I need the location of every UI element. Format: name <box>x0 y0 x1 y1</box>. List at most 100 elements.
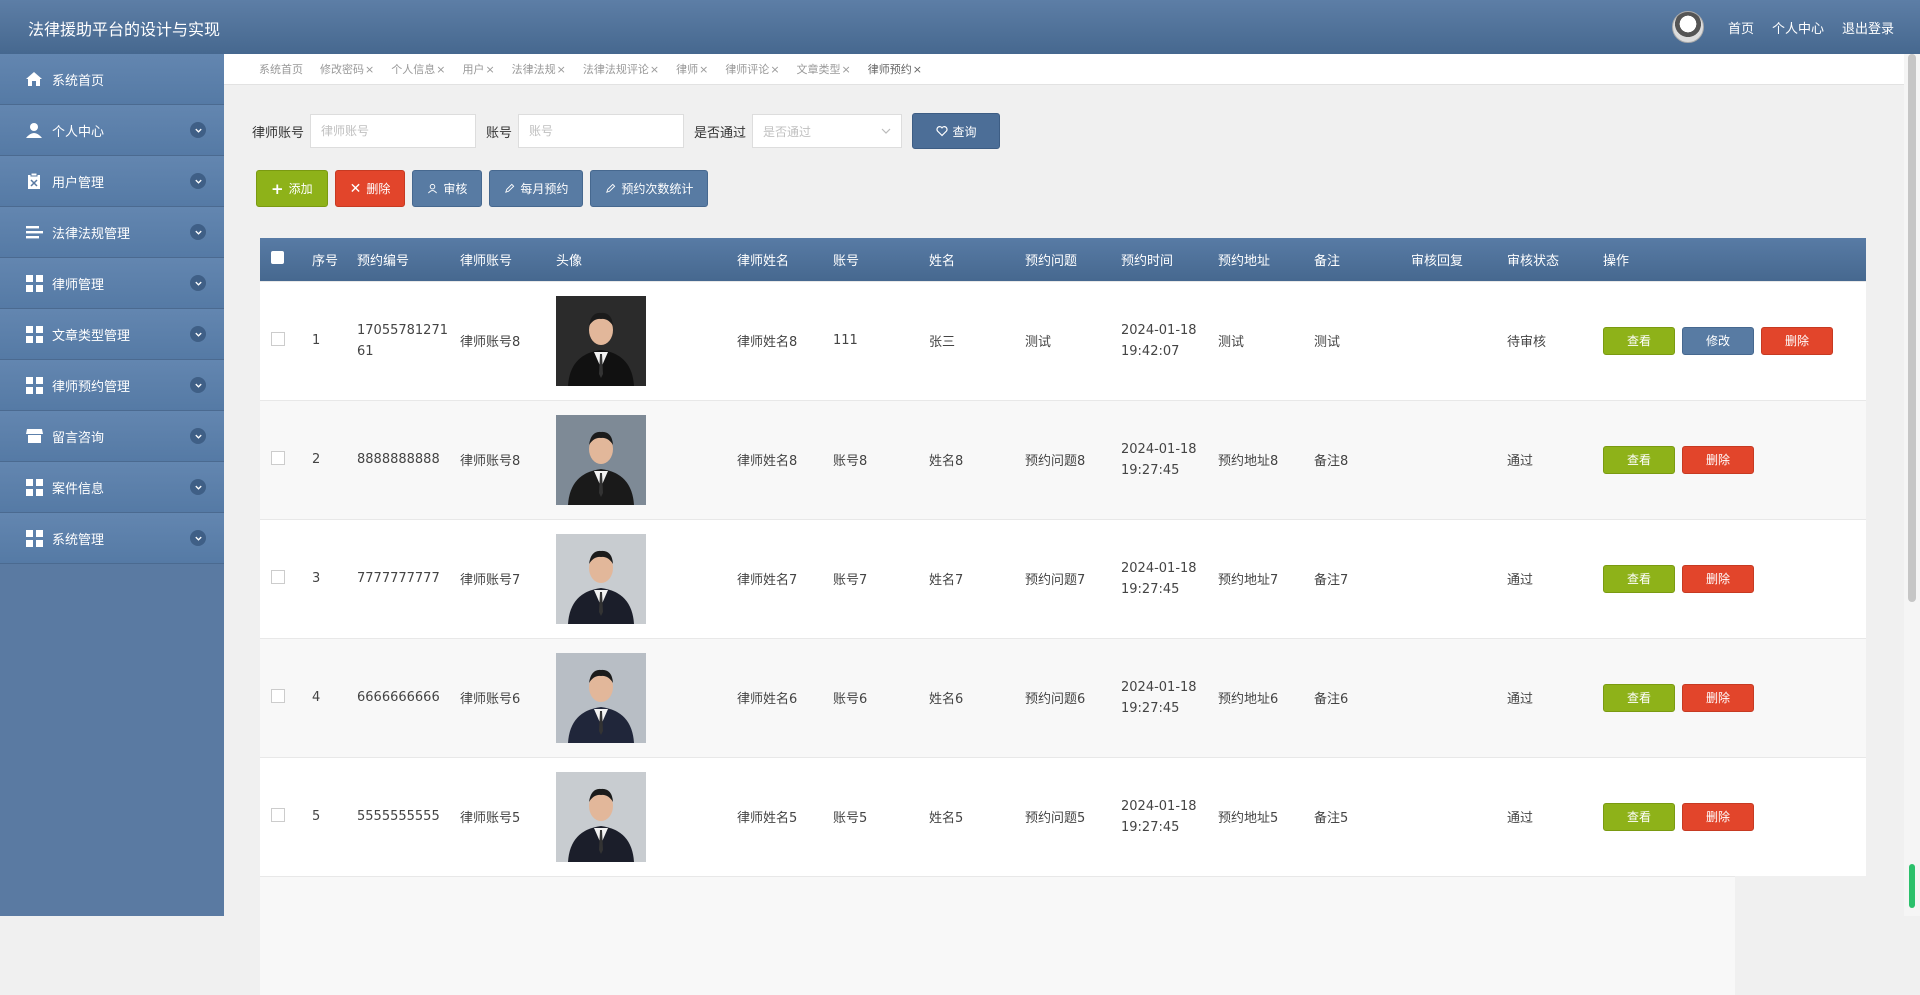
sidebar-item[interactable]: 系统首页 <box>0 54 224 105</box>
view-button[interactable]: 查看 <box>1603 564 1675 593</box>
actions-cell: 查看 修改 删除 <box>1603 280 1866 400</box>
row-select-cell <box>260 756 312 876</box>
tab-close-icon[interactable]: × <box>650 63 659 76</box>
sidebar-item[interactable]: 案件信息 <box>0 462 224 513</box>
header-logout-link[interactable]: 退出登录 <box>1842 18 1894 37</box>
tab-item[interactable]: 系统首页 <box>259 61 303 77</box>
table-row[interactable]: 4 6666666666 律师账号6 律师姓名6 账号6 姓名6 预约问题6 2024-01-… <box>260 637 1866 757</box>
tab-item[interactable]: 法律法规× <box>512 61 566 77</box>
scrollbar-thumb[interactable] <box>1908 54 1916 602</box>
cell-reply <box>1411 637 1507 757</box>
cell-address: 预约地址5 <box>1218 756 1314 876</box>
tab-label: 用户 <box>462 63 485 76</box>
edit-button[interactable]: 修改 <box>1682 326 1754 355</box>
tab-close-icon[interactable]: × <box>770 63 779 76</box>
view-button[interactable]: 查看 <box>1603 802 1675 831</box>
tab-item[interactable]: 法律法规评论× <box>583 61 659 77</box>
tab-item[interactable]: 文章类型× <box>797 61 851 77</box>
sidebar: 系统首页 个人中心 用户管理 法律法规管理 律师管理 文章类型管理 律师预约管理留言咨询案件… <box>0 54 224 916</box>
booking-clock: 19:27:45 <box>1121 581 1180 597</box>
cell-booking-id: 6666666666 <box>357 637 460 757</box>
add-button[interactable]: + 添加 <box>256 170 328 207</box>
tab-label: 文章类型 <box>796 63 841 76</box>
row-delete-button[interactable]: 删除 <box>1682 683 1754 712</box>
monthly-booking-button[interactable]: 每月预约 <box>489 170 584 207</box>
sidebar-item[interactable]: 法律法规管理 <box>0 207 224 258</box>
tab-close-icon[interactable]: × <box>557 63 566 76</box>
row-checkbox[interactable] <box>271 450 285 465</box>
review-button[interactable]: 审核 <box>412 170 483 207</box>
row-checkbox[interactable] <box>271 807 285 822</box>
row-checkbox[interactable] <box>271 688 285 703</box>
tab-close-icon[interactable]: × <box>699 63 708 76</box>
sidebar-item[interactable]: 留言咨询 <box>0 411 224 462</box>
cell-question: 测试 <box>1025 280 1121 400</box>
tab-close-icon[interactable]: × <box>485 63 494 76</box>
booking-date: 2024-01-18 <box>1121 560 1197 576</box>
tab-close-icon[interactable]: × <box>842 63 851 76</box>
booking-clock: 19:42:07 <box>1121 343 1180 359</box>
avatar[interactable] <box>1671 11 1704 43</box>
sidebar-item[interactable]: 系统管理 <box>0 513 224 564</box>
header-home-link[interactable]: 首页 <box>1728 18 1754 37</box>
cell-note: 测试 <box>1314 280 1411 400</box>
tab-item[interactable]: 律师× <box>676 61 708 77</box>
row-delete-button[interactable]: 删除 <box>1682 445 1754 474</box>
sidebar-item-label: 留言咨询 <box>52 430 105 446</box>
tab-item[interactable]: 用户× <box>462 61 494 77</box>
lawyer-account-input[interactable] <box>310 114 477 148</box>
account-input[interactable] <box>518 114 685 148</box>
tab-close-icon[interactable]: × <box>436 63 445 76</box>
vertical-scrollbar[interactable] <box>1904 54 1920 916</box>
query-button-label: 查询 <box>952 124 977 139</box>
tab-item[interactable]: 修改密码× <box>320 61 374 77</box>
booking-clock: 19:27:45 <box>1121 819 1180 835</box>
sidebar-item[interactable]: 个人中心 <box>0 105 224 156</box>
view-button[interactable]: 查看 <box>1603 445 1675 474</box>
row-checkbox[interactable] <box>271 569 285 584</box>
query-button[interactable]: 查询 <box>912 113 1001 149</box>
cell-note: 备注6 <box>1314 637 1411 757</box>
tab-close-icon[interactable]: × <box>913 63 922 76</box>
table-row[interactable]: 5 5555555555 律师账号5 律师姓名5 账号5 姓名5 预约问题5 2024-01-… <box>260 756 1866 876</box>
booking-time-cell: 2024-01-18 19:27:45 <box>1121 399 1218 519</box>
list-icon <box>24 222 44 242</box>
row-delete-button[interactable]: 删除 <box>1682 564 1754 593</box>
cell-no: 5 <box>312 756 357 876</box>
lawyer-photo <box>556 533 737 624</box>
pencil-icon <box>505 183 515 193</box>
cell-status: 通过 <box>1507 518 1603 638</box>
sidebar-item[interactable]: 律师管理 <box>0 258 224 309</box>
sidebar-item[interactable]: 律师预约管理 <box>0 360 224 411</box>
row-select-cell <box>260 518 312 638</box>
column-header: 预约地址 <box>1218 253 1271 269</box>
tab-item[interactable]: 个人信息× <box>391 61 445 77</box>
cell-lawyer-account: 律师账号5 <box>460 756 556 876</box>
table-row[interactable]: 2 8888888888 律师账号8 律师姓名8 账号8 姓名8 预约问题8 2024-01-… <box>260 399 1866 519</box>
tab-label: 法律法规评论 <box>582 63 649 76</box>
pencil-icon <box>606 183 616 193</box>
tab-item[interactable]: 律师评论× <box>725 61 779 77</box>
sidebar-item[interactable]: 文章类型管理 <box>0 309 224 360</box>
row-actions: 查看 删除 <box>1603 802 1866 831</box>
booking-date: 2024-01-18 <box>1121 441 1197 457</box>
cell-name: 姓名6 <box>929 637 1025 757</box>
passed-select[interactable]: 是否通过 <box>752 114 903 148</box>
row-select-cell <box>260 280 312 400</box>
booking-stats-button[interactable]: 预约次数统计 <box>590 170 709 207</box>
view-button[interactable]: 查看 <box>1603 683 1675 712</box>
delete-button[interactable]: ✕ 删除 <box>334 170 406 207</box>
select-all-checkbox[interactable] <box>271 250 284 264</box>
actions-cell: 查看 删除 <box>1603 756 1866 876</box>
table-row[interactable]: 1 1705578127161 律师账号8 律师姓名8 111 张三 测试 2024-01-1… <box>260 280 1866 400</box>
header-profile-link[interactable]: 个人中心 <box>1772 18 1824 37</box>
cell-note: 备注8 <box>1314 399 1411 519</box>
view-button[interactable]: 查看 <box>1603 326 1675 355</box>
row-delete-button[interactable]: 删除 <box>1761 326 1833 355</box>
tab-item[interactable]: 律师预约× <box>868 61 922 77</box>
table-row[interactable]: 3 7777777777 律师账号7 律师姓名7 账号7 姓名7 预约问题7 2024-01-… <box>260 518 1866 638</box>
tab-close-icon[interactable]: × <box>365 63 374 76</box>
sidebar-item[interactable]: 用户管理 <box>0 156 224 207</box>
row-delete-button[interactable]: 删除 <box>1682 802 1754 831</box>
row-checkbox[interactable] <box>271 331 285 346</box>
